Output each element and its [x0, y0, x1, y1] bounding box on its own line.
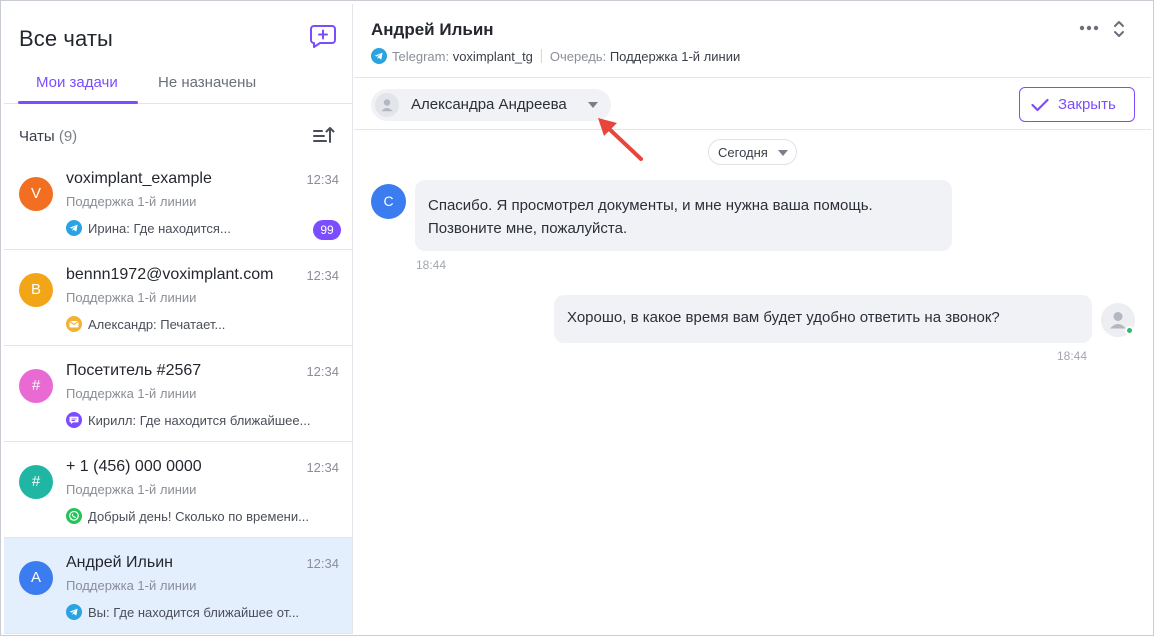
chat-list-item[interactable]: B bennn1972@voximplant.com 12:34 Поддерж… [4, 250, 352, 346]
chats-label: Чаты [19, 128, 55, 145]
date-filter-label: Сегодня [718, 145, 768, 160]
tab-my-tasks[interactable]: Мои задачи [36, 74, 118, 91]
chat-time: 12:34 [306, 172, 339, 187]
chat-queue: Поддержка 1-й линии [66, 290, 197, 305]
contact-name: Андрей Ильин [371, 20, 494, 39]
chat-list-sidebar: Все чаты Мои задачи Не назначены Чаты (9… [4, 4, 353, 634]
channel-key: Telegram: [392, 49, 450, 64]
chat-queue: Поддержка 1-й линии [66, 386, 197, 401]
assignee-bar: Александра Андреева Закрыть [354, 79, 1151, 130]
chat-name: + 1 (456) 000 0000 [66, 458, 202, 475]
chat-time: 12:34 [306, 268, 339, 283]
message-time: 18:44 [416, 258, 447, 272]
sort-icon[interactable] [313, 126, 335, 144]
queue-value: Поддержка 1-й линии [609, 49, 741, 64]
expand-collapse-icon[interactable] [1112, 18, 1126, 40]
unread-badge: 99 [313, 220, 341, 240]
chat-queue: Поддержка 1-й линии [66, 578, 197, 593]
chats-count: (9) [58, 128, 78, 145]
webchat-icon [66, 412, 82, 428]
chevron-down-icon [588, 102, 598, 108]
tab-unassigned[interactable]: Не назначены [158, 74, 256, 91]
chat-list-item[interactable]: V voximplant_example 12:34 Поддержка 1-й… [4, 154, 352, 250]
client-avatar: С [371, 184, 406, 219]
chats-header: Чаты (9) [4, 105, 352, 155]
chat-list-item[interactable]: # Посетитель #2567 12:34 Поддержка 1-й л… [4, 346, 352, 442]
chat-queue: Поддержка 1-й линии [66, 194, 197, 209]
avatar: B [19, 273, 53, 307]
sidebar-tabs: Мои задачи Не назначены [4, 62, 352, 104]
whatsapp-icon [66, 508, 82, 524]
user-placeholder-icon [375, 93, 399, 117]
incoming-message-bubble: Спасибо. Я просмотрел документы, и мне н… [415, 180, 952, 251]
email-icon [66, 316, 82, 332]
chat-list-item[interactable]: А Андрей Ильин 12:34 Поддержка 1-й линии… [4, 538, 352, 634]
conversation-header: Андрей Ильин Telegram: voximplant_tg Очер… [354, 4, 1151, 78]
avatar: V [19, 177, 53, 211]
close-chat-button[interactable]: Закрыть [1019, 87, 1135, 122]
assignee-name: Александра Андреева [411, 96, 567, 113]
active-tab-indicator [18, 101, 138, 104]
chevron-down-icon [778, 150, 788, 156]
conversation-meta: Telegram: voximplant_tg Очередь: Поддержк… [371, 48, 740, 64]
telegram-icon [66, 604, 82, 620]
new-chat-icon[interactable] [310, 24, 336, 48]
avatar: А [19, 561, 53, 595]
chat-time: 12:34 [306, 364, 339, 379]
check-icon [1031, 98, 1049, 112]
chat-time: 12:34 [306, 460, 339, 475]
queue-key: Очередь: [549, 49, 607, 64]
conversation-panel: Андрей Ильин Telegram: voximplant_tg Очер… [354, 4, 1151, 634]
online-status-indicator [1125, 326, 1134, 335]
chat-last-message: Ирина: Где находится... [88, 221, 231, 236]
chat-name: bennn1972@voximplant.com [66, 266, 274, 283]
annotation-arrow-icon [598, 118, 643, 161]
chat-last-message: Кирилл: Где находится ближайшее... [88, 413, 311, 428]
avatar: # [19, 465, 53, 499]
meta-divider [540, 49, 542, 63]
telegram-icon [66, 220, 82, 236]
chat-last-message: Александр: Печатает... [88, 317, 226, 332]
outgoing-message-bubble: Хорошо, в какое время вам будет удобно о… [554, 295, 1092, 343]
app-window: Все чаты Мои задачи Не назначены Чаты (9… [0, 0, 1154, 636]
date-filter-dropdown[interactable]: Сегодня [708, 139, 797, 165]
chat-name: Посетитель #2567 [66, 362, 202, 379]
message-text: Спасибо. Я просмотрел документы, и мне н… [428, 197, 873, 237]
chat-name: voximplant_example [66, 170, 212, 187]
close-button-label: Закрыть [1058, 96, 1116, 113]
chat-time: 12:34 [306, 556, 339, 571]
message-time: 18:44 [1057, 349, 1088, 363]
chat-name: Андрей Ильин [66, 554, 173, 571]
avatar: # [19, 369, 53, 403]
telegram-icon [371, 48, 387, 64]
channel-value: voximplant_tg [452, 49, 533, 64]
chat-last-message: Вы: Где находится ближайшее от... [88, 605, 300, 620]
chat-queue: Поддержка 1-й линии [66, 482, 197, 497]
sidebar-title: Все чаты [19, 26, 113, 51]
more-options-icon[interactable] [1078, 22, 1100, 34]
chat-last-message: Добрый день! Сколько по времени... [88, 509, 309, 524]
assignee-dropdown[interactable]: Александра Андреева [371, 89, 611, 121]
chat-list-item[interactable]: # + 1 (456) 000 0000 12:34 Поддержка 1-й… [4, 442, 352, 538]
message-text: Хорошо, в какое время вам будет удобно о… [567, 309, 1000, 326]
